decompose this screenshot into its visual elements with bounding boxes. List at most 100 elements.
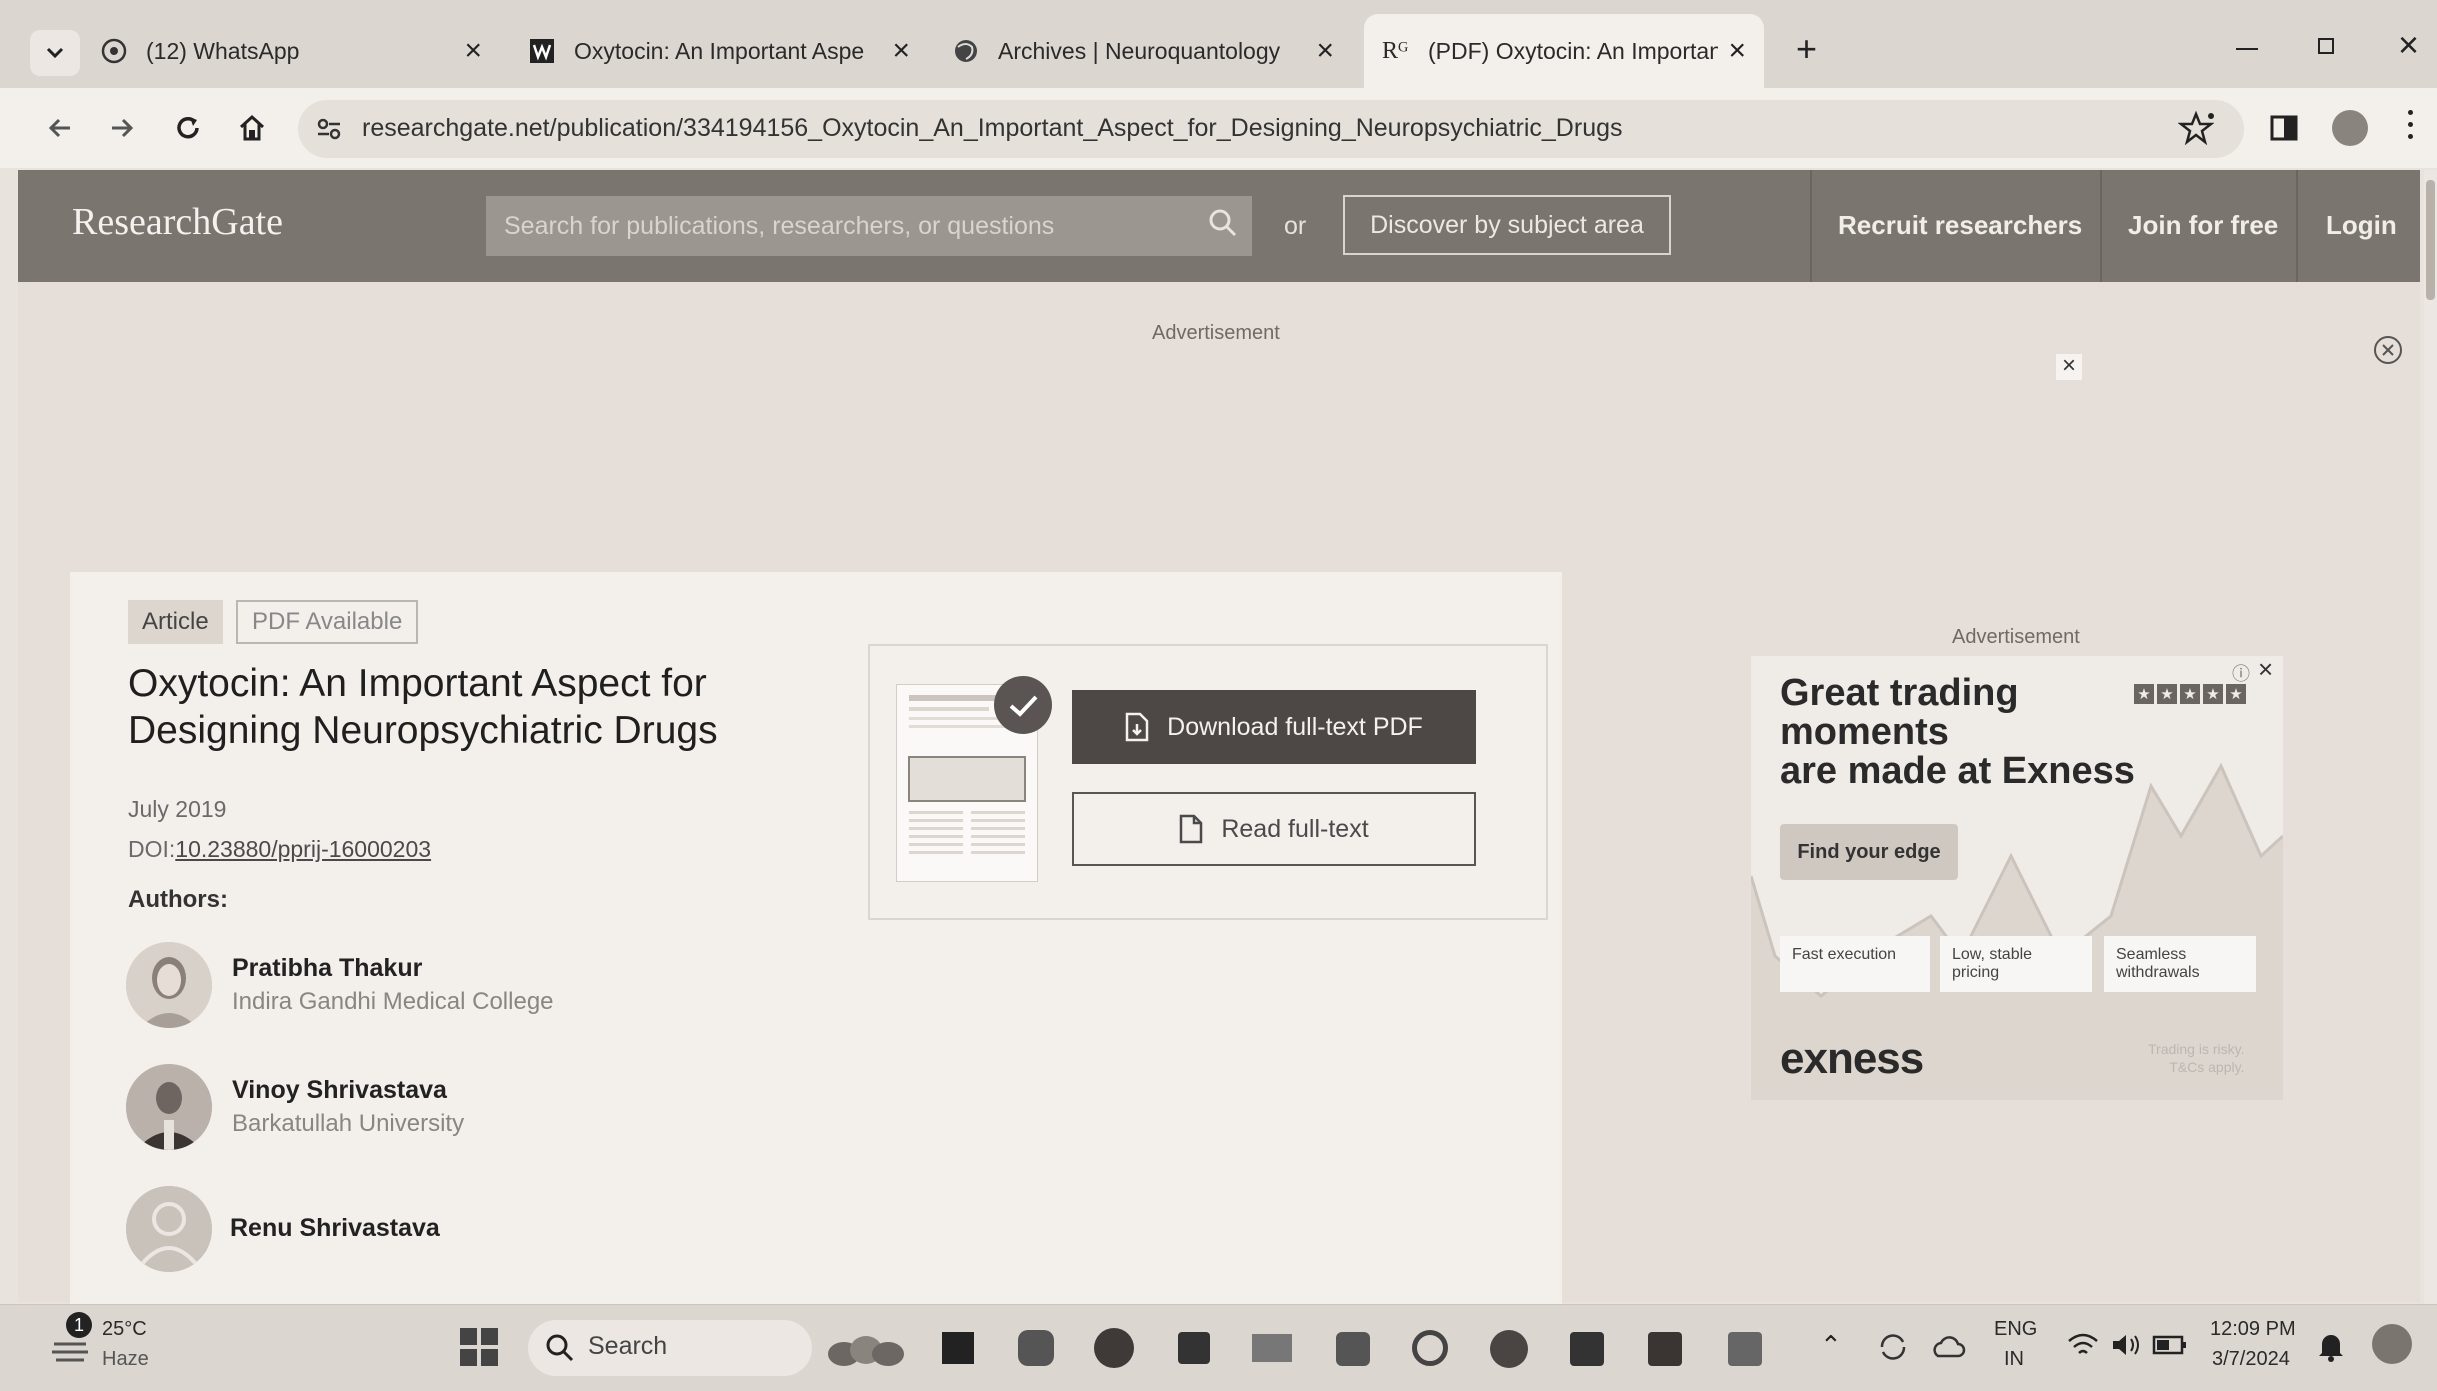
recruit-researchers-link[interactable]: Recruit researchers [1838, 210, 2082, 241]
tab-search-dropdown[interactable] [30, 30, 80, 76]
find-your-edge-button[interactable]: Find your edge [1780, 824, 1958, 880]
tab-oxytocin-journal[interactable]: Oxytocin: An Important Aspect × [528, 14, 928, 88]
doi-line: DOI:10.23880/pprij-16000203 [128, 836, 431, 863]
store-icon[interactable] [1172, 1326, 1216, 1370]
meet-icon[interactable] [1014, 1326, 1058, 1370]
ad-headline-line: Great trading [1780, 672, 2019, 714]
sync-icon[interactable] [1876, 1330, 1910, 1364]
join-for-free-link[interactable]: Join for free [2128, 210, 2278, 241]
tab-archives-neuroquantology[interactable]: Archives | Neuroquantology × [952, 14, 1352, 88]
url-text[interactable]: researchgate.net/publication/334194156_O… [362, 114, 1623, 143]
cloud-icon[interactable] [1930, 1332, 1966, 1362]
taskbar-search-label: Search [588, 1332, 668, 1360]
close-tab-icon[interactable]: × [1316, 36, 1334, 66]
close-window-button[interactable]: × [2398, 24, 2419, 66]
read-full-text-button[interactable]: Read full-text [1072, 792, 1476, 866]
back-arrow-icon[interactable] [44, 112, 76, 144]
weather-desc[interactable]: Haze [102, 1348, 149, 1371]
journal-icon [530, 39, 554, 63]
star-icon: ★ [2157, 684, 2177, 704]
ad-feature: Fast execution [1780, 936, 1930, 992]
star-icon: ★ [2226, 684, 2246, 704]
pdf-available-badge: PDF Available [236, 600, 419, 644]
discover-by-subject-button[interactable]: Discover by subject area [1343, 195, 1671, 255]
reload-icon[interactable] [172, 112, 204, 144]
word-icon[interactable] [1642, 1326, 1686, 1370]
weather-temp[interactable]: 25°C [102, 1318, 147, 1341]
app-icon[interactable] [1408, 1326, 1452, 1370]
globe-icon [955, 40, 977, 62]
chrome-icon[interactable] [1486, 1326, 1530, 1370]
battery-icon[interactable] [2152, 1334, 2188, 1356]
tab-title: Archives | Neuroquantology [998, 37, 1281, 64]
ad-info-icon[interactable]: ⓘ [2232, 660, 2250, 686]
author-name[interactable]: Pratibha Thakur [232, 954, 422, 983]
avatar[interactable] [126, 1064, 212, 1150]
download-label: Download full-text PDF [1167, 712, 1423, 741]
close-tab-icon[interactable]: × [464, 36, 482, 66]
author-name[interactable]: Vinoy Shrivastava [232, 1076, 447, 1105]
site-settings-icon[interactable] [314, 114, 344, 144]
tab-title: (12) WhatsApp [146, 37, 300, 64]
author-name[interactable]: Renu Shrivastava [230, 1214, 440, 1243]
clock-date[interactable]: 3/7/2024 [2212, 1348, 2290, 1371]
profile-avatar[interactable] [2332, 110, 2368, 146]
home-icon[interactable] [236, 112, 268, 144]
exness-logo: exness [1780, 1034, 1924, 1083]
ad-feature: Seamless withdrawals [2104, 936, 2256, 992]
article-type-badge: Article [128, 600, 223, 644]
download-full-text-button[interactable]: Download full-text PDF [1072, 690, 1476, 764]
close-ad-button[interactable]: × [2056, 354, 2082, 380]
scrollbar[interactable] [2424, 170, 2437, 1304]
volume-icon[interactable] [2110, 1330, 2144, 1360]
photos-icon[interactable] [1722, 1326, 1766, 1370]
close-tab-icon[interactable]: × [892, 36, 910, 66]
language-region[interactable]: IN [2004, 1348, 2024, 1371]
ad-headline-line: are made at Exness [1780, 750, 2135, 792]
search-icon[interactable] [1206, 206, 1240, 240]
close-tab-icon[interactable]: × [1728, 36, 1746, 66]
show-hidden-icons[interactable]: ⌃ [1820, 1330, 1842, 1361]
avatar[interactable] [126, 942, 212, 1028]
clock-time[interactable]: 12:09 PM [2210, 1318, 2296, 1341]
side-panel-icon[interactable] [2268, 112, 2300, 144]
excel-icon[interactable] [1564, 1326, 1608, 1370]
taskbar-widget-icon[interactable] [824, 1324, 908, 1372]
notification-bell-icon[interactable] [2316, 1330, 2346, 1362]
task-view-icon[interactable] [936, 1326, 980, 1370]
author-affiliation[interactable]: Indira Gandhi Medical College [232, 988, 554, 1016]
star-icon: ★ [2180, 684, 2200, 704]
side-ad-label: Advertisement [1952, 626, 2080, 648]
wifi-icon[interactable] [2066, 1330, 2100, 1360]
browser-menu-icon[interactable] [2408, 110, 2414, 139]
windows-start-icon[interactable] [458, 1326, 500, 1368]
ad-disclaimer-line: T&Cs apply. [2169, 1059, 2245, 1075]
teams-icon[interactable] [1330, 1326, 1374, 1370]
new-tab-button[interactable]: + [1796, 28, 1817, 70]
restore-button[interactable] [2318, 38, 2334, 54]
file-explorer-icon[interactable] [1250, 1326, 1294, 1370]
dismiss-circle-icon[interactable] [2372, 334, 2404, 366]
ad-feature: Low, stable pricing [1940, 936, 2092, 992]
bookmark-star-icon[interactable] [2178, 110, 2214, 146]
edge-icon[interactable] [1092, 1326, 1136, 1370]
minimize-button[interactable] [2236, 48, 2258, 50]
researchgate-logo[interactable]: ResearchGate [72, 200, 283, 244]
language-code[interactable]: ENG [1994, 1318, 2037, 1341]
doi-label: DOI: [128, 836, 176, 862]
avatar[interactable] [126, 1186, 212, 1272]
copilot-icon[interactable] [2372, 1324, 2412, 1364]
scrollbar-thumb[interactable] [2426, 180, 2435, 300]
ad-disclaimer: Trading is risky. T&Cs apply. [2148, 1040, 2244, 1076]
doi-link[interactable]: 10.23880/pprij-16000203 [175, 836, 431, 862]
document-icon [1180, 814, 1203, 844]
forward-arrow-icon[interactable] [106, 112, 138, 144]
ad-close-icon[interactable]: × [2258, 654, 2273, 685]
tab-researchgate-pdf[interactable]: Rᴳ (PDF) Oxytocin: An Important A × [1364, 14, 1764, 88]
title-line: Designing Neuropsychiatric Drugs [128, 709, 718, 752]
nav-divider [2296, 170, 2298, 282]
author-affiliation[interactable]: Barkatullah University [232, 1110, 464, 1138]
tab-whatsapp[interactable]: (12) WhatsApp × [100, 14, 500, 88]
login-link[interactable]: Login [2326, 210, 2397, 241]
or-text: or [1284, 212, 1307, 240]
